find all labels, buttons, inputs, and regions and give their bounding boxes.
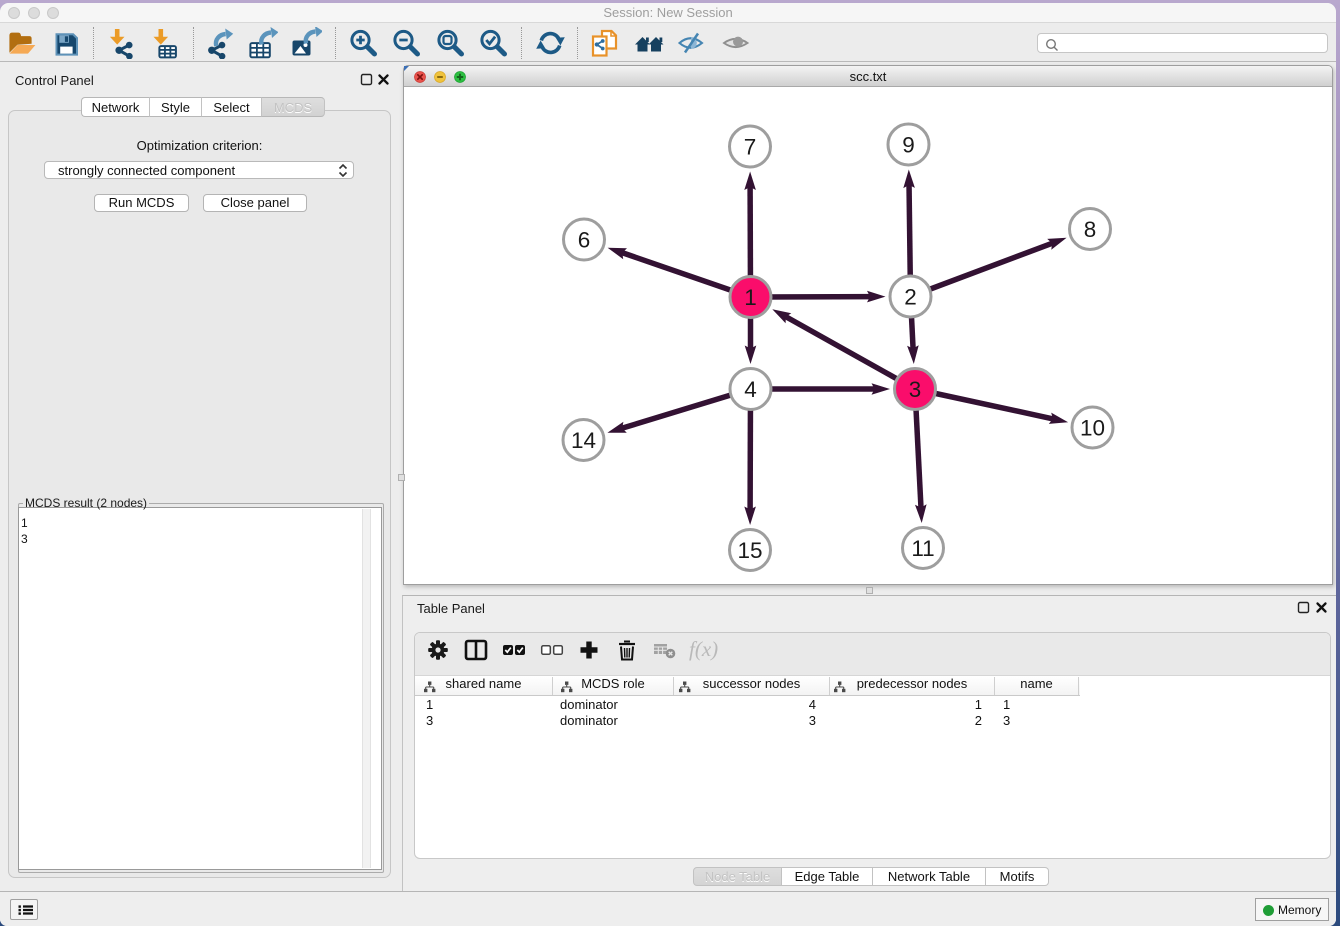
svg-text:4: 4: [744, 377, 757, 402]
svg-text:14: 14: [571, 428, 596, 453]
svg-text:7: 7: [744, 135, 757, 160]
svg-text:8: 8: [1084, 217, 1097, 242]
svg-text:9: 9: [902, 133, 915, 158]
svg-text:15: 15: [737, 538, 762, 563]
svg-text:1: 1: [744, 285, 757, 310]
svg-text:6: 6: [578, 228, 591, 253]
svg-text:10: 10: [1080, 416, 1105, 441]
svg-text:3: 3: [909, 377, 922, 402]
svg-text:11: 11: [911, 536, 934, 561]
svg-text:2: 2: [904, 285, 917, 310]
